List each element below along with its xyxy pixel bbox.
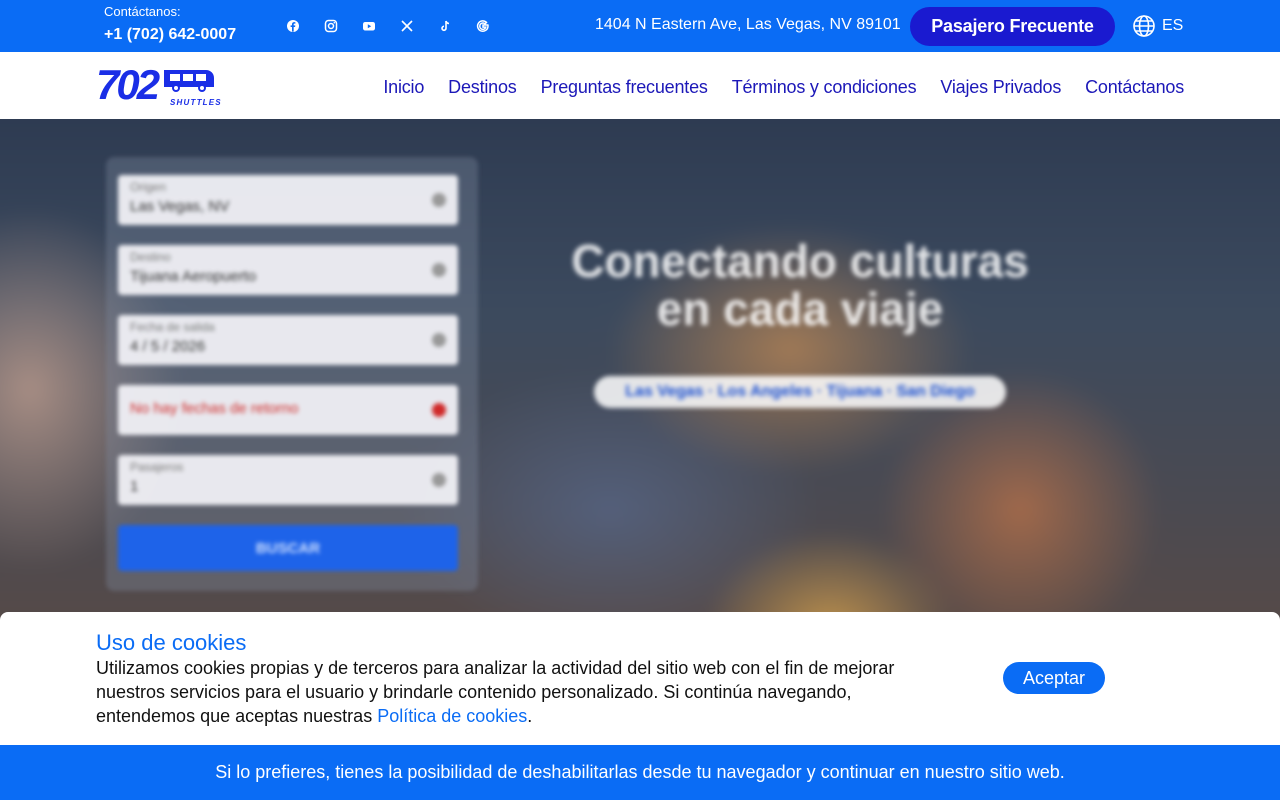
google-icon[interactable]: [474, 17, 512, 35]
chevron-down-icon: [432, 193, 446, 207]
social-links: [284, 17, 512, 35]
origin-value: Las Vegas, NV: [130, 198, 230, 215]
address-text: 1404 N Eastern Ave, Las Vegas, NV 89101: [595, 16, 901, 33]
nav-item-faq[interactable]: Preguntas frecuentes: [541, 77, 708, 98]
return-date-field[interactable]: No hay fechas de retorno: [118, 385, 458, 435]
language-selector[interactable]: ES: [1132, 14, 1183, 38]
frequent-passenger-button[interactable]: Pasajero Frecuente: [910, 7, 1115, 46]
facebook-icon[interactable]: [284, 17, 322, 35]
search-button[interactable]: BUSCAR: [118, 525, 458, 571]
site-logo[interactable]: 702 SHUTTLES: [96, 61, 221, 108]
cookie-text: Utilizamos cookies propias y de terceros…: [96, 656, 916, 728]
passengers-value: 1: [130, 478, 139, 495]
chevron-down-icon: [432, 473, 446, 487]
youtube-icon[interactable]: [360, 17, 398, 35]
nav-item-inicio[interactable]: Inicio: [383, 77, 424, 98]
passengers-field[interactable]: Pasajeros 1: [118, 455, 458, 505]
contact-block: Contáctanos: +1 (702) 642-0007: [104, 4, 236, 44]
bus-icon: [164, 70, 214, 92]
logo-number: 702: [96, 61, 160, 108]
hero-routes-badge: Las Vegas · Los Angeles · Tijuana · San …: [594, 376, 1006, 408]
accept-cookies-button[interactable]: Aceptar: [1003, 662, 1105, 694]
main-nav: Inicio Destinos Preguntas frecuentes Tér…: [383, 77, 1184, 98]
nav-item-contact[interactable]: Contáctanos: [1085, 77, 1184, 98]
departure-date-field[interactable]: Fecha de salida 4 / 5 / 2026: [118, 315, 458, 365]
origin-field[interactable]: Origen Las Vegas, NV: [118, 175, 458, 225]
main-navbar: 702 SHUTTLES Inicio Destinos Preguntas f…: [0, 52, 1280, 119]
hero-title-line-1: Conectando culturas: [571, 235, 1029, 287]
cookie-text-end: .: [527, 706, 533, 726]
cookie-banner: Uso de cookies Utilizamos cookies propia…: [0, 612, 1280, 745]
cookie-footer-note: Si lo prefieres, tienes la posibilidad d…: [0, 745, 1280, 800]
date-value: 4 / 5 / 2026: [130, 338, 206, 355]
contact-phone[interactable]: +1 (702) 642-0007: [104, 25, 236, 44]
date-label: Fecha de salida: [130, 320, 215, 334]
nav-item-private-trips[interactable]: Viajes Privados: [940, 77, 1061, 98]
cookie-title: Uso de cookies: [96, 630, 247, 655]
tiktok-icon[interactable]: [436, 17, 474, 35]
destination-field[interactable]: Destino Tijuana Aeropuerto: [118, 245, 458, 295]
nav-item-destinos[interactable]: Destinos: [448, 77, 517, 98]
error-icon: [432, 403, 446, 417]
hero-title-line-2: en cada viaje: [656, 283, 944, 336]
nav-item-terms[interactable]: Términos y condiciones: [732, 77, 917, 98]
hero-title: Conectando culturas en cada viaje: [520, 237, 1080, 334]
logo-subtitle: SHUTTLES: [170, 98, 222, 107]
booking-form: Origen Las Vegas, NV Destino Tijuana Aer…: [106, 157, 478, 591]
passengers-label: Pasajeros: [130, 460, 184, 474]
chevron-down-icon: [432, 263, 446, 277]
cookie-policy-link[interactable]: Política de cookies: [377, 706, 527, 726]
contact-label: Contáctanos:: [104, 4, 181, 19]
globe-icon: [1133, 15, 1155, 37]
destination-value: Tijuana Aeropuerto: [130, 268, 257, 285]
language-code: ES: [1162, 17, 1184, 34]
instagram-icon[interactable]: [322, 17, 360, 35]
top-bar: Contáctanos: +1 (702) 642-0007 1404 N Ea…: [0, 0, 1280, 52]
return-value: No hay fechas de retorno: [130, 400, 299, 417]
origin-label: Origen: [130, 180, 167, 194]
destination-label: Destino: [130, 250, 171, 264]
calendar-icon: [432, 333, 446, 347]
x-icon[interactable]: [398, 17, 436, 35]
